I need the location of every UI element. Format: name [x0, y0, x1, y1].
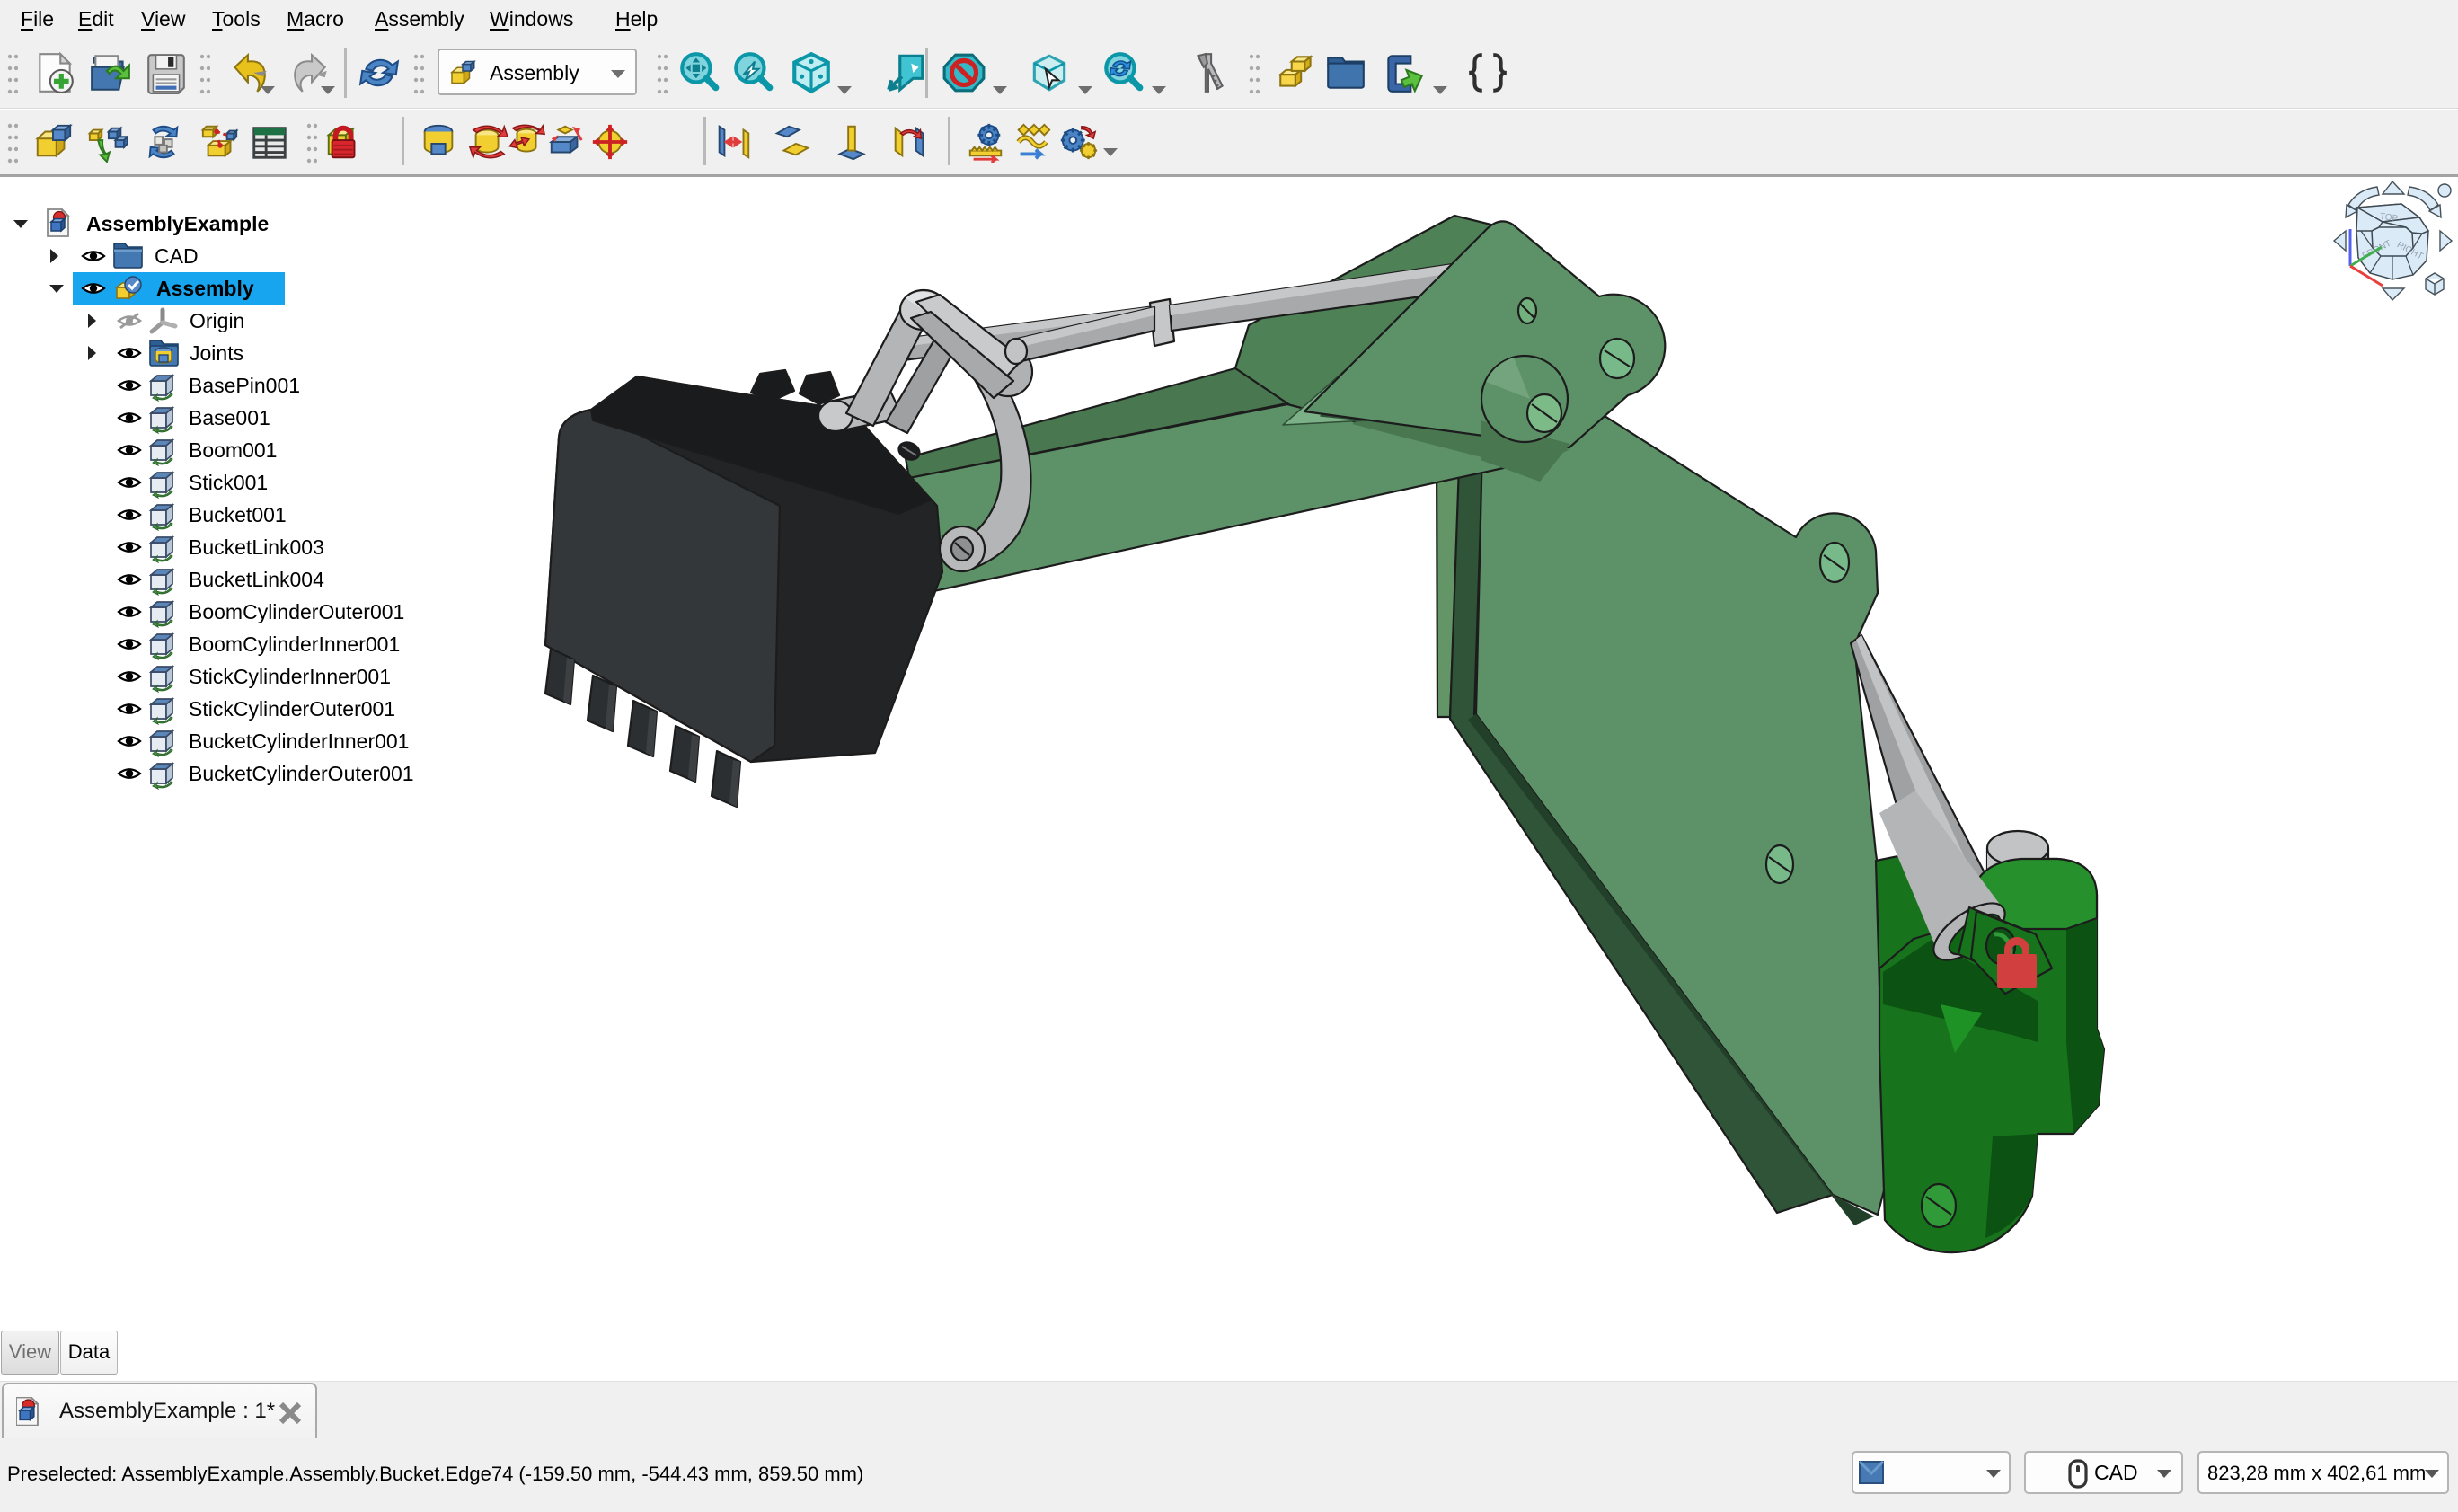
svg-text:Stick001: Stick001 [189, 471, 268, 494]
svg-text:CAD: CAD [155, 244, 199, 268]
svg-text:StickCylinderOuter001: StickCylinderOuter001 [189, 697, 395, 721]
svg-text:BucketLink004: BucketLink004 [189, 568, 324, 591]
svg-text:Base001: Base001 [189, 406, 270, 429]
svg-text:BoomCylinderInner001: BoomCylinderInner001 [189, 632, 400, 656]
svg-text:BucketCylinderOuter001: BucketCylinderOuter001 [189, 762, 414, 785]
svg-text:BoomCylinderOuter001: BoomCylinderOuter001 [189, 600, 404, 623]
svg-text:Origin: Origin [190, 309, 244, 332]
svg-text:BasePin001: BasePin001 [189, 374, 300, 397]
svg-text:StickCylinderInner001: StickCylinderInner001 [189, 665, 391, 688]
svg-text:BucketLink003: BucketLink003 [189, 535, 324, 559]
svg-text:Bucket001: Bucket001 [189, 503, 287, 526]
svg-text:Boom001: Boom001 [189, 438, 277, 462]
svg-text:BucketCylinderInner001: BucketCylinderInner001 [189, 729, 409, 753]
svg-text:Joints: Joints [190, 341, 243, 365]
svg-text:Assembly: Assembly [156, 277, 254, 300]
svg-text:AssemblyExample: AssemblyExample [86, 212, 269, 235]
